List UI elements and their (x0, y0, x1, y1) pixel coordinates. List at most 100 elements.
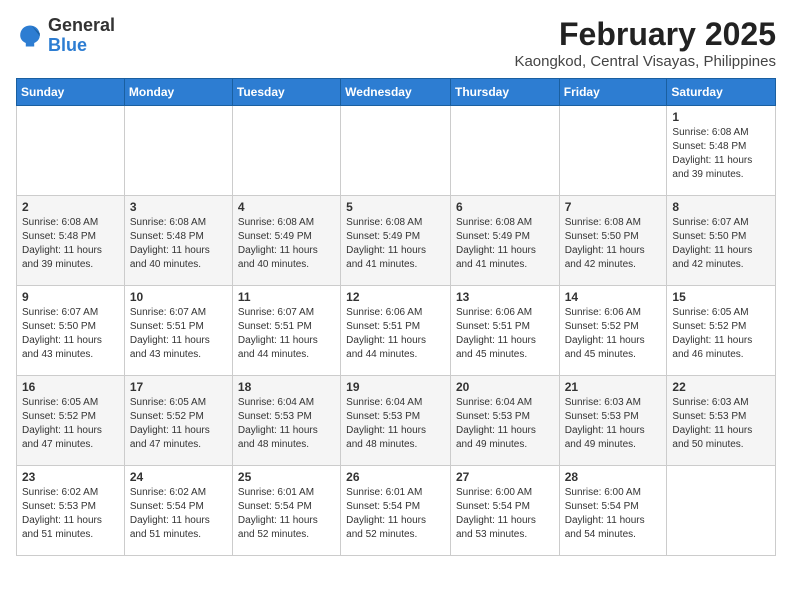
calendar-cell (450, 106, 559, 196)
day-number: 27 (456, 470, 554, 484)
calendar-cell (17, 106, 125, 196)
header: General Blue February 2025 Kaongkod, Cen… (16, 16, 776, 70)
day-info: Sunrise: 6:02 AM Sunset: 5:54 PM Dayligh… (130, 487, 210, 540)
day-info: Sunrise: 6:06 AM Sunset: 5:51 PM Dayligh… (346, 307, 426, 360)
day-number: 2 (22, 200, 119, 214)
calendar-cell: 15 Sunrise: 6:05 AM Sunset: 5:52 PM Dayli… (667, 286, 776, 376)
day-info: Sunrise: 6:05 AM Sunset: 5:52 PM Dayligh… (672, 307, 752, 360)
week-row-4: 16 Sunrise: 6:05 AM Sunset: 5:52 PM Dayli… (17, 376, 776, 466)
day-number: 8 (672, 200, 770, 214)
calendar-cell: 1Sunrise: 6:08 AM Sunset: 5:48 PM Daylig… (667, 106, 776, 196)
calendar-cell: 10 Sunrise: 6:07 AM Sunset: 5:51 PM Dayli… (124, 286, 232, 376)
day-info: Sunrise: 6:04 AM Sunset: 5:53 PM Dayligh… (238, 397, 318, 450)
day-info: Sunrise: 6:02 AM Sunset: 5:53 PM Dayligh… (22, 487, 102, 540)
day-number: 9 (22, 290, 119, 304)
day-info: Sunrise: 6:08 AM Sunset: 5:49 PM Dayligh… (346, 217, 426, 270)
day-number: 14 (565, 290, 662, 304)
week-row-2: 2 Sunrise: 6:08 AM Sunset: 5:48 PM Daylig… (17, 196, 776, 286)
day-info: Sunrise: 6:00 AM Sunset: 5:54 PM Dayligh… (565, 487, 645, 540)
day-number: 20 (456, 380, 554, 394)
header-thursday: Thursday (450, 79, 559, 106)
week-row-3: 9 Sunrise: 6:07 AM Sunset: 5:50 PM Daylig… (17, 286, 776, 376)
main-title: February 2025 (514, 16, 776, 53)
day-info: Sunrise: 6:08 AM Sunset: 5:49 PM Dayligh… (456, 217, 536, 270)
day-number: 23 (22, 470, 119, 484)
logo-blue-text: Blue (48, 35, 87, 55)
day-number: 5 (346, 200, 445, 214)
calendar-cell: 21 Sunrise: 6:03 AM Sunset: 5:53 PM Dayli… (559, 376, 667, 466)
day-number: 18 (238, 380, 335, 394)
day-number: 6 (456, 200, 554, 214)
day-number: 19 (346, 380, 445, 394)
week-row-5: 23 Sunrise: 6:02 AM Sunset: 5:53 PM Dayli… (17, 466, 776, 556)
header-friday: Friday (559, 79, 667, 106)
header-row: SundayMondayTuesdayWednesdayThursdayFrid… (17, 79, 776, 106)
calendar-cell: 25 Sunrise: 6:01 AM Sunset: 5:54 PM Dayli… (232, 466, 340, 556)
logo-general-text: General (48, 15, 115, 35)
day-number: 15 (672, 290, 770, 304)
calendar-cell: 22 Sunrise: 6:03 AM Sunset: 5:53 PM Dayli… (667, 376, 776, 466)
calendar-cell: 17Sunrise: 6:05 AM Sunset: 5:52 PM Dayli… (124, 376, 232, 466)
day-number: 12 (346, 290, 445, 304)
calendar-cell: 9 Sunrise: 6:07 AM Sunset: 5:50 PM Daylig… (17, 286, 125, 376)
calendar-cell (559, 106, 667, 196)
day-number: 1 (672, 110, 770, 124)
calendar-cell: 3Sunrise: 6:08 AM Sunset: 5:48 PM Daylig… (124, 196, 232, 286)
calendar-cell: 14 Sunrise: 6:06 AM Sunset: 5:52 PM Dayli… (559, 286, 667, 376)
day-info: Sunrise: 6:04 AM Sunset: 5:53 PM Dayligh… (456, 397, 536, 450)
day-number: 22 (672, 380, 770, 394)
day-number: 3 (130, 200, 227, 214)
calendar-cell: 20 Sunrise: 6:04 AM Sunset: 5:53 PM Dayli… (450, 376, 559, 466)
logo-icon (16, 22, 44, 50)
calendar-cell: 7 Sunrise: 6:08 AM Sunset: 5:50 PM Daylig… (559, 196, 667, 286)
day-number: 26 (346, 470, 445, 484)
calendar-cell: 5 Sunrise: 6:08 AM Sunset: 5:49 PM Daylig… (341, 196, 451, 286)
title-area: February 2025 Kaongkod, Central Visayas,… (514, 16, 776, 70)
day-number: 16 (22, 380, 119, 394)
day-info: Sunrise: 6:08 AM Sunset: 5:50 PM Dayligh… (565, 217, 645, 270)
day-info: Sunrise: 6:06 AM Sunset: 5:51 PM Dayligh… (456, 307, 536, 360)
day-number: 28 (565, 470, 662, 484)
day-info: Sunrise: 6:08 AM Sunset: 5:49 PM Dayligh… (238, 217, 318, 270)
day-number: 25 (238, 470, 335, 484)
day-number: 11 (238, 290, 335, 304)
day-info: Sunrise: 6:07 AM Sunset: 5:50 PM Dayligh… (672, 217, 752, 270)
calendar-cell: 13 Sunrise: 6:06 AM Sunset: 5:51 PM Dayli… (450, 286, 559, 376)
week-row-1: 1Sunrise: 6:08 AM Sunset: 5:48 PM Daylig… (17, 106, 776, 196)
day-info: Sunrise: 6:03 AM Sunset: 5:53 PM Dayligh… (565, 397, 645, 450)
header-monday: Monday (124, 79, 232, 106)
calendar-cell: 2 Sunrise: 6:08 AM Sunset: 5:48 PM Daylig… (17, 196, 125, 286)
day-number: 10 (130, 290, 227, 304)
day-number: 24 (130, 470, 227, 484)
day-info: Sunrise: 6:07 AM Sunset: 5:51 PM Dayligh… (130, 307, 210, 360)
calendar-cell (667, 466, 776, 556)
header-saturday: Saturday (667, 79, 776, 106)
day-number: 17 (130, 380, 227, 394)
calendar-cell: 27 Sunrise: 6:00 AM Sunset: 5:54 PM Dayli… (450, 466, 559, 556)
header-sunday: Sunday (17, 79, 125, 106)
header-tuesday: Tuesday (232, 79, 340, 106)
subtitle: Kaongkod, Central Visayas, Philippines (514, 53, 776, 70)
day-info: Sunrise: 6:06 AM Sunset: 5:52 PM Dayligh… (565, 307, 645, 360)
calendar-cell (232, 106, 340, 196)
day-number: 13 (456, 290, 554, 304)
calendar-cell: 8 Sunrise: 6:07 AM Sunset: 5:50 PM Daylig… (667, 196, 776, 286)
calendar-cell: 26Sunrise: 6:01 AM Sunset: 5:54 PM Dayli… (341, 466, 451, 556)
calendar-cell: 24 Sunrise: 6:02 AM Sunset: 5:54 PM Dayli… (124, 466, 232, 556)
day-info: Sunrise: 6:05 AM Sunset: 5:52 PM Dayligh… (22, 397, 102, 450)
calendar-cell: 6 Sunrise: 6:08 AM Sunset: 5:49 PM Daylig… (450, 196, 559, 286)
day-info: Sunrise: 6:00 AM Sunset: 5:54 PM Dayligh… (456, 487, 536, 540)
day-number: 21 (565, 380, 662, 394)
day-info: Sunrise: 6:01 AM Sunset: 5:54 PM Dayligh… (238, 487, 318, 540)
day-info: Sunrise: 6:07 AM Sunset: 5:50 PM Dayligh… (22, 307, 102, 360)
day-number: 4 (238, 200, 335, 214)
day-info: Sunrise: 6:08 AM Sunset: 5:48 PM Dayligh… (22, 217, 102, 270)
day-number: 7 (565, 200, 662, 214)
day-info: Sunrise: 6:03 AM Sunset: 5:53 PM Dayligh… (672, 397, 752, 450)
calendar-cell: 23 Sunrise: 6:02 AM Sunset: 5:53 PM Dayli… (17, 466, 125, 556)
calendar-cell: 18 Sunrise: 6:04 AM Sunset: 5:53 PM Dayli… (232, 376, 340, 466)
logo-text: General Blue (48, 16, 115, 56)
calendar-cell: 11Sunrise: 6:07 AM Sunset: 5:51 PM Dayli… (232, 286, 340, 376)
logo: General Blue (16, 16, 115, 56)
day-info: Sunrise: 6:04 AM Sunset: 5:53 PM Dayligh… (346, 397, 426, 450)
